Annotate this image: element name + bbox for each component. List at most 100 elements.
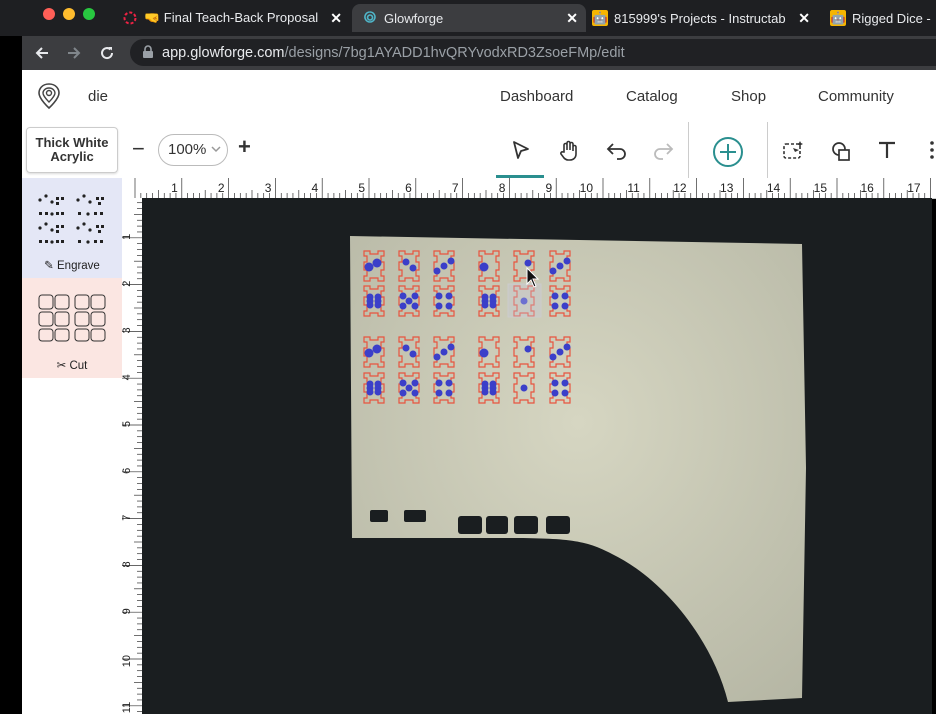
forward-arrow-icon[interactable]	[66, 45, 82, 61]
instructables-robot-icon: 🤖	[830, 10, 846, 26]
minimize-window-button[interactable]	[63, 8, 75, 20]
design-name[interactable]: die	[88, 88, 108, 105]
die-pip	[561, 292, 569, 300]
selection-box[interactable]	[507, 283, 542, 318]
back-arrow-icon[interactable]	[34, 45, 50, 61]
pencil-icon: ✎	[44, 260, 54, 272]
url-path: /designs/7bg1AYADD1hvQRYvodxRD3ZsoeFMp/e…	[284, 45, 625, 61]
cut-step[interactable]: ✂ Cut	[22, 278, 122, 378]
ruler-label: 12	[673, 181, 687, 195]
die-pip	[489, 301, 497, 309]
die-pip	[563, 257, 571, 265]
browser-tab-rigged-dice[interactable]: 🤖 Rigged Dice -	[830, 4, 936, 32]
cut-thumbnail	[38, 294, 106, 342]
die-pip	[402, 258, 410, 266]
die-pip	[399, 302, 407, 310]
hand-pan-icon[interactable]	[558, 140, 580, 162]
steps-panel: ✎ Engrave ✂ Cut	[22, 178, 123, 714]
die-pip	[435, 389, 443, 397]
close-tab-icon[interactable]: ✕	[330, 10, 342, 27]
ruler-label: 7	[122, 515, 133, 521]
die-pip	[551, 292, 559, 300]
plus-circle-icon	[713, 137, 743, 167]
die-pip	[445, 379, 453, 387]
add-art-button[interactable]	[688, 122, 768, 181]
zoom-select[interactable]: 100%	[158, 134, 228, 166]
ruler-label: 4	[312, 181, 319, 195]
close-tab-icon[interactable]: ✕	[566, 10, 578, 27]
undo-icon[interactable]	[606, 140, 628, 160]
ruler-label: 4	[122, 374, 133, 380]
die-pip	[372, 258, 382, 268]
tab-label: 🤜 Final Teach-Back Proposal	[144, 10, 319, 25]
ruler-label: 10	[122, 655, 133, 667]
zoom-window-button[interactable]	[83, 8, 95, 20]
glowforge-logo-icon[interactable]	[36, 82, 62, 110]
ruler-label: 2	[218, 181, 225, 195]
die-pip	[524, 345, 532, 353]
die-pip	[447, 257, 455, 265]
bed-camera-view	[142, 198, 932, 714]
reload-icon[interactable]	[99, 45, 115, 61]
lock-icon[interactable]	[142, 45, 154, 59]
address-bar[interactable]: app.glowforge.com/designs/7bg1AYADD1hvQR…	[130, 39, 936, 66]
ruler-ticks: 1 2 3 4 5 6 7 8 9 10 11	[122, 202, 142, 713]
die-pip	[366, 301, 374, 309]
zoom-out-button[interactable]: −	[132, 136, 145, 162]
browser-tab-proposal[interactable]: 🤜 Final Teach-Back Proposal ✕	[122, 4, 350, 32]
die-pip	[433, 353, 441, 361]
ruler-label: 8	[499, 181, 506, 195]
text-tool-icon[interactable]	[877, 140, 897, 160]
die-pip	[549, 267, 557, 275]
ruler-label: 10	[580, 181, 594, 195]
nav-catalog[interactable]: Catalog	[626, 88, 678, 105]
die-pip	[551, 302, 559, 310]
zoom-in-button[interactable]: +	[238, 134, 251, 160]
engrave-step[interactable]: ✎ Engrave	[22, 178, 122, 278]
tab-label: 815999's Projects - Instructab	[614, 10, 786, 26]
browser-tab-strip: 🤜 Final Teach-Back Proposal ✕ Glowforge …	[0, 0, 936, 36]
die-pip	[411, 389, 419, 397]
ruler-label: 3	[265, 181, 272, 195]
material-button[interactable]: Thick White Acrylic	[26, 127, 118, 173]
tab-label: Rigged Dice -	[852, 10, 931, 26]
more-options-icon[interactable]	[928, 140, 936, 160]
browser-tab-glowforge[interactable]: Glowforge ✕	[352, 4, 586, 32]
die-pip	[405, 384, 413, 392]
die-pip	[520, 384, 528, 392]
chevron-down-icon	[211, 146, 221, 153]
nav-community[interactable]: Community	[818, 88, 894, 105]
ruler-label: 3	[122, 327, 133, 333]
browser-tab-instructables[interactable]: 🤖 815999's Projects - Instructab ✕	[592, 4, 818, 32]
nav-dashboard[interactable]: Dashboard	[500, 88, 573, 105]
shapes-icon[interactable]	[830, 140, 852, 162]
select-tool-button[interactable]	[496, 122, 544, 178]
die-pip	[445, 389, 453, 397]
nav-shop[interactable]: Shop	[731, 88, 766, 105]
ruler-label: 6	[122, 468, 133, 474]
ruler-horizontal: 1 2 3 4 5 6 7 8 9 10 11 12 13 14 15 16 17	[122, 178, 936, 199]
die-pip	[364, 348, 374, 358]
magic-trace-icon[interactable]	[782, 139, 804, 161]
design-canvas[interactable]	[142, 198, 932, 714]
browser-toolbar: app.glowforge.com/designs/7bg1AYADD1hvQR…	[22, 36, 936, 70]
die-pip	[411, 379, 419, 387]
die-pip	[374, 301, 382, 309]
die-pip	[411, 292, 419, 300]
die-pip	[411, 302, 419, 310]
ruler-label: 1	[122, 234, 133, 240]
engrave-step-label: Engrave	[57, 260, 100, 272]
ruler-label: 11	[122, 702, 133, 713]
die-pip	[399, 389, 407, 397]
close-tab-icon[interactable]: ✕	[798, 10, 810, 27]
cursor-arrow-icon	[513, 141, 529, 159]
close-window-button[interactable]	[43, 8, 55, 20]
die-pip	[479, 348, 489, 358]
material-line2: Acrylic	[50, 149, 94, 164]
ruler-label: 16	[860, 181, 874, 195]
redo-icon[interactable]	[652, 140, 674, 160]
ruler-label: 5	[358, 181, 365, 195]
ruler-label: 14	[767, 181, 781, 195]
ruler-label: 2	[122, 281, 133, 287]
ruler-label: 6	[405, 181, 412, 195]
